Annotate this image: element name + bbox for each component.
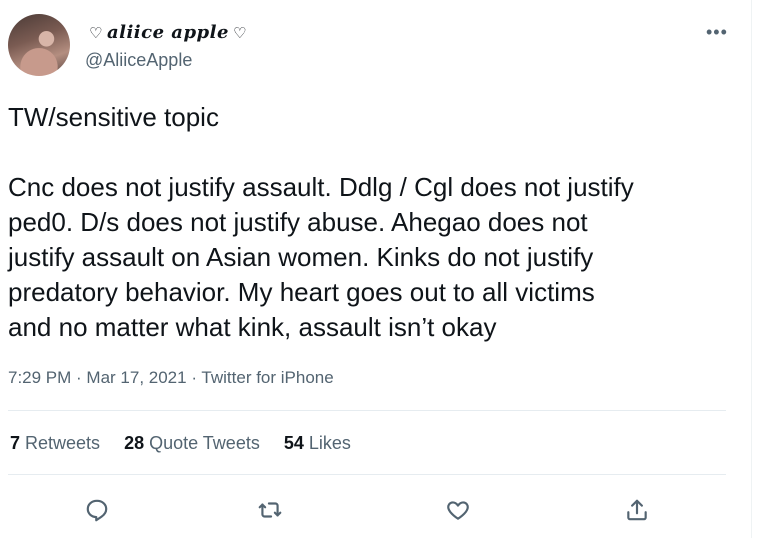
heart-decoration-left: ♡ — [89, 24, 103, 42]
tweet-client[interactable]: Twitter for iPhone — [201, 368, 333, 387]
likes-label: Likes — [303, 433, 351, 453]
display-name[interactable]: ♡ aliice apple ♡ — [85, 22, 251, 43]
avatar[interactable] — [8, 14, 70, 76]
tweet-meta: 7:29 PM · Mar 17, 2021 · Twitter for iPh… — [8, 368, 334, 388]
retweets-count: 7 — [10, 433, 21, 453]
quote-tweets-label: Quote Tweets — [144, 433, 260, 453]
share-icon — [627, 499, 647, 521]
tweet-date[interactable]: Mar 17, 2021 — [86, 368, 186, 387]
likes-stat[interactable]: 54 Likes — [284, 433, 351, 454]
reply-icon — [86, 499, 108, 522]
action-bar — [0, 492, 750, 528]
tweet-stats: 7 Retweets 28 Quote Tweets 54 Likes — [10, 433, 351, 454]
meta-separator: · — [71, 368, 87, 387]
retweets-label: Retweets — [20, 433, 101, 453]
tweet-card: ♡ aliice apple ♡ @AliiceApple ••• TW/sensi… — [0, 0, 750, 538]
retweet-button[interactable] — [252, 492, 288, 528]
tweet-text: TW/sensitive topic Cnc does not justify … — [8, 102, 634, 342]
divider — [8, 474, 726, 475]
display-name-text: aliice apple — [106, 22, 229, 43]
retweets-stat[interactable]: 7 Retweets — [10, 433, 100, 454]
meta-separator: · — [186, 368, 202, 387]
user-handle[interactable]: @AliiceApple — [85, 50, 192, 71]
reply-button[interactable] — [79, 492, 115, 528]
quote-tweets-stat[interactable]: 28 Quote Tweets — [124, 433, 260, 454]
likes-count: 54 — [283, 433, 304, 453]
more-horizontal-icon[interactable]: ••• — [706, 22, 728, 43]
like-icon — [447, 501, 469, 520]
share-button[interactable] — [619, 492, 655, 528]
like-button[interactable] — [440, 492, 476, 528]
tweet-time[interactable]: 7:29 PM — [8, 368, 71, 387]
quote-tweets-count: 28 — [124, 433, 145, 453]
divider — [751, 0, 752, 538]
retweet-icon — [258, 502, 282, 518]
heart-decoration-right: ♡ — [232, 24, 247, 42]
divider — [8, 410, 726, 411]
